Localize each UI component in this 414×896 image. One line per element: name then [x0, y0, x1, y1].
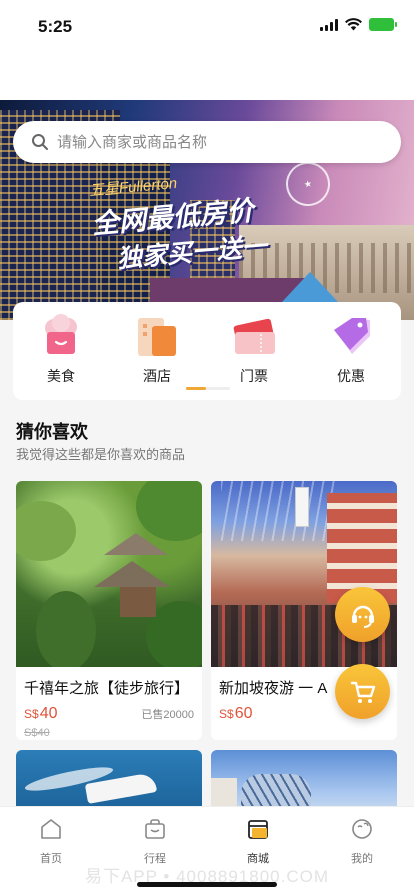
category-food[interactable]: 美食 — [26, 314, 96, 386]
profile-icon — [352, 819, 372, 839]
search-icon — [32, 134, 48, 150]
status-icons — [320, 18, 397, 31]
price-currency: S$ — [219, 707, 234, 721]
product-price: 60 — [234, 705, 253, 722]
search-input[interactable] — [57, 133, 357, 151]
headset-icon — [351, 605, 374, 628]
hut-roof — [104, 533, 168, 555]
category-hotel[interactable]: 酒店 — [122, 314, 192, 386]
search-bar[interactable] — [13, 121, 401, 163]
status-time: 5:25 — [38, 17, 73, 36]
wifi-icon — [345, 18, 362, 31]
hut-base — [120, 587, 156, 617]
original-price: S$40 — [24, 727, 50, 739]
tab-shop[interactable]: 商城 — [228, 817, 288, 866]
cart-button[interactable] — [335, 664, 390, 719]
sold-count: 已售20000 — [141, 709, 194, 721]
category-grid: 美食 酒店 门票 优惠 — [13, 302, 401, 400]
category-label: 门票 — [240, 368, 268, 384]
tab-home[interactable]: 首页 — [21, 817, 81, 866]
page-indicator — [186, 387, 230, 390]
street-sign — [295, 487, 309, 527]
tab-itinerary[interactable]: 行程 — [125, 817, 185, 866]
banner-roof-triangle — [282, 272, 338, 302]
bag-icon — [145, 819, 165, 839]
product-title: 千禧年之旅【徒步旅行】 — [24, 680, 190, 697]
signal-icon — [320, 18, 338, 31]
coupon-icon — [328, 314, 374, 358]
category-coupon[interactable]: 优惠 — [316, 314, 386, 386]
section-title: 猜你喜欢 — [16, 422, 88, 442]
category-label: 酒店 — [143, 368, 171, 384]
app-screen: 5:25 ★ 五星Fullerton 全网最低房价 独家买一送一 请输入商家或商… — [0, 0, 414, 896]
shop-icon — [248, 820, 268, 839]
status-bar: 5:25 — [0, 0, 414, 100]
price-row: S$ 40 已售20000 — [16, 698, 202, 723]
home-icon — [41, 819, 61, 839]
product-price: 40 — [39, 705, 58, 722]
ticket-icon — [231, 314, 277, 358]
food-icon — [38, 314, 84, 358]
battery-icon — [369, 18, 397, 31]
customer-service-button[interactable] — [335, 587, 390, 642]
cart-icon — [350, 681, 375, 703]
section-subtitle: 我觉得这些都是你喜欢的商品 — [16, 447, 186, 462]
tab-profile[interactable]: 我的 — [332, 817, 392, 866]
home-indicator — [137, 882, 277, 887]
banner-stamp: ★ — [281, 157, 335, 211]
category-label: 优惠 — [337, 368, 365, 384]
product-image — [16, 481, 202, 667]
street-canopy — [221, 481, 341, 541]
category-label: 美食 — [47, 368, 75, 384]
hut-roof — [94, 561, 170, 587]
banner-promo-text: 五星Fullerton 全网最低房价 独家买一送一 — [88, 165, 268, 278]
category-ticket[interactable]: 门票 — [219, 314, 289, 386]
hotel-icon — [134, 314, 180, 358]
product-card[interactable]: 千禧年之旅【徒步旅行】 S$ 40 已售20000 S$40 — [16, 481, 202, 740]
price-currency: S$ — [24, 707, 39, 721]
